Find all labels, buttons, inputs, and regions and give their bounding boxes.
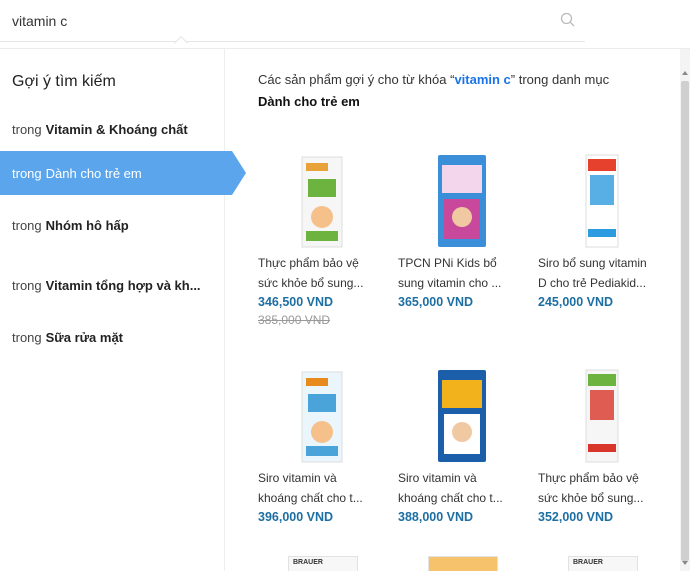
product-price: 352,000 VND [538, 510, 614, 524]
search-input[interactable] [12, 10, 532, 32]
heading-keyword: vitamin c [454, 72, 511, 87]
scroll-thumb[interactable] [681, 81, 689, 561]
search-icon[interactable] [559, 11, 577, 29]
heading-category: Dành cho trẻ em [258, 94, 360, 109]
suggestion-prefix: trong [12, 165, 42, 181]
heading-text-mid: ” trong danh mục [510, 72, 610, 87]
product-card[interactable]: Siro vitamin và khoáng chất cho t... 396,0… [258, 364, 392, 524]
product-card[interactable]: Siro bổ sung vitamin D cho trẻ Pediakid..… [538, 149, 672, 309]
results-panel: Các sản phẩm gợi ý cho từ khóa “vitamin … [226, 49, 680, 571]
product-name-line: Siro bổ sung vitamin [538, 256, 647, 270]
suggestion-category: Vitamin tổng hợp và kh... [45, 277, 201, 293]
suggestion-category: Vitamin & Khoáng chất [45, 121, 188, 137]
results-heading: Các sản phẩm gợi ý cho từ khóa “vitamin … [258, 69, 668, 113]
product-name-line: sung vitamin cho ... [398, 276, 502, 290]
product-name-line: sức khỏe bổ sung... [258, 276, 364, 290]
product-name-line: D cho trẻ Pediakid... [538, 276, 647, 290]
suggestion-prefix: trong [12, 277, 42, 293]
product-name[interactable]: TPCN PNi Kids bổ sung vitamin cho ... [398, 253, 532, 293]
suggestion-prefix: trong [12, 329, 42, 345]
product-name-line: Siro vitamin và [258, 471, 337, 485]
product-card[interactable]: Siro vitamin và khoáng chất cho t... 388,0… [398, 364, 532, 524]
suggestion-item[interactable]: trong Vitamin & Khoáng chất [0, 107, 225, 151]
product-name-line: khoáng chất cho t... [398, 491, 503, 505]
product-name-line: khoáng chất cho t... [258, 491, 363, 505]
peek-brand-label: BRAUER [293, 559, 323, 566]
product-image[interactable] [412, 149, 512, 249]
product-name[interactable]: Siro vitamin và khoáng chất cho t... [398, 468, 532, 508]
product-image[interactable] [552, 364, 652, 464]
product-price: 388,000 VND [398, 510, 474, 524]
product-name-line: sức khỏe bổ sung... [538, 491, 644, 505]
search-bar [0, 0, 585, 42]
suggestion-item[interactable]: trong Nhóm hô hấp [0, 203, 225, 247]
suggestion-item[interactable]: trong Dành cho trẻ em [0, 151, 246, 195]
suggestion-item[interactable]: trong Sữa rửa mặt [0, 315, 225, 359]
suggestions-title: Gợi ý tìm kiếm [12, 73, 116, 90]
product-old-price: 385,000 VND [258, 313, 331, 327]
product-image[interactable] [272, 149, 372, 249]
product-price: 245,000 VND [538, 295, 614, 309]
suggestion-item[interactable]: trong Vitamin tổng hợp và kh... [0, 263, 225, 307]
product-name-line: Thực phẩm bảo vệ [258, 256, 359, 270]
product-name[interactable]: Siro bổ sung vitamin D cho trẻ Pediakid..… [538, 253, 672, 293]
product-name[interactable]: Thực phẩm bảo vệ sức khỏe bổ sung... [538, 468, 672, 508]
product-name-line: Thực phẩm bảo vệ [538, 471, 639, 485]
product-card-peek[interactable]: BRAUER [568, 556, 638, 571]
product-name-line: TPCN PNi Kids bổ [398, 256, 497, 270]
product-price: 365,000 VND [398, 295, 474, 309]
scroll-down-arrow-icon[interactable] [682, 561, 688, 565]
product-name[interactable]: Siro vitamin và khoáng chất cho t... [258, 468, 392, 508]
product-card[interactable]: Thực phẩm bảo vệ sức khỏe bổ sung... 346,5… [258, 149, 392, 327]
product-price: 396,000 VND [258, 510, 334, 524]
product-card[interactable]: Thực phẩm bảo vệ sức khỏe bổ sung... 352,0… [538, 364, 672, 524]
product-name[interactable]: Thực phẩm bảo vệ sức khỏe bổ sung... [258, 253, 392, 293]
suggestion-prefix: trong [12, 121, 42, 137]
product-card[interactable]: TPCN PNi Kids bổ sung vitamin cho ... 365,… [398, 149, 532, 309]
suggestion-prefix: trong [12, 217, 42, 233]
product-image[interactable] [412, 364, 512, 464]
product-price: 346,500 VND [258, 295, 334, 309]
suggestion-category: Sữa rửa mặt [45, 329, 123, 345]
suggestions-panel: Gợi ý tìm kiếm trong Vitamin & Khoáng chấ… [0, 49, 246, 571]
heading-text: Các sản phẩm gợi ý cho từ khóa “ [258, 72, 455, 87]
scroll-up-arrow-icon[interactable] [682, 71, 688, 75]
product-card-peek[interactable] [428, 556, 498, 571]
product-image[interactable] [552, 149, 652, 249]
peek-brand-label: BRAUER [573, 559, 603, 566]
product-name-line: Siro vitamin và [398, 471, 477, 485]
suggestion-category: Nhóm hô hấp [45, 217, 129, 233]
suggestion-category: Dành cho trẻ em [45, 165, 142, 181]
product-image[interactable] [272, 364, 372, 464]
product-card-peek[interactable]: BRAUER [288, 556, 358, 571]
scrollbar[interactable] [680, 49, 690, 571]
